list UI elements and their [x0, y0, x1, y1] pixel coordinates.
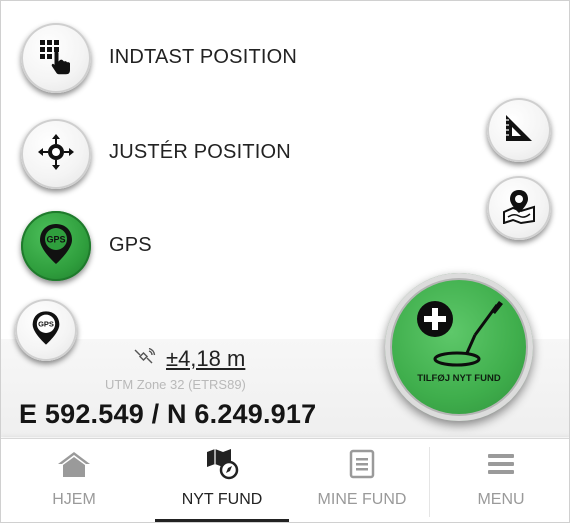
home-icon: [56, 449, 92, 479]
set-square-ruler-icon: [502, 111, 536, 150]
nav-label: MINE FUND: [317, 491, 407, 508]
gps-pin-icon: GPS: [31, 309, 61, 352]
active-tab-indicator: [155, 519, 289, 522]
map-location-button[interactable]: [487, 176, 551, 240]
utm-zone: UTM Zone 32 (ETRS89): [105, 377, 246, 392]
add-new-find-button[interactable]: TILFØJ NYT FUND: [385, 273, 533, 421]
map-compass-icon: [205, 449, 239, 480]
accuracy-value: ±4,18 m: [166, 346, 246, 371]
gps-small-button[interactable]: GPS: [15, 299, 77, 361]
enter-position-button[interactable]: [21, 23, 91, 93]
app-screen: INDTAST POSITION JUSTÉR POSITION GPS GPS…: [0, 0, 570, 523]
gps-label[interactable]: GPS: [109, 234, 152, 257]
gps-button[interactable]: GPS: [21, 211, 91, 281]
gps-accuracy: ±4,18 m: [134, 346, 245, 372]
map-pin-icon: [501, 188, 537, 229]
nav-item-menu[interactable]: MENU: [430, 439, 569, 522]
nav-item-home[interactable]: HJEM: [3, 439, 145, 522]
nav-label: HJEM: [52, 491, 96, 508]
bottom-navigation: HJEM NYT FUND MINE FUND MENU: [1, 438, 569, 522]
crosshair-move-icon: [37, 133, 75, 176]
nav-label: NYT FUND: [181, 491, 263, 508]
document-list-icon: [348, 449, 376, 479]
gps-badge-text: GPS: [38, 319, 54, 328]
adjust-position-button[interactable]: [21, 119, 91, 189]
nav-item-my-finds[interactable]: MINE FUND: [291, 439, 433, 522]
hamburger-menu-icon: [486, 449, 516, 479]
nav-item-new-find[interactable]: NYT FUND: [151, 439, 293, 522]
plus-metal-detector-icon: [405, 291, 515, 376]
enter-position-label[interactable]: INDTAST POSITION: [109, 46, 297, 69]
coordinates: E 592.549 / N 6.249.917: [19, 399, 317, 429]
adjust-position-label[interactable]: JUSTÉR POSITION: [109, 141, 291, 164]
gps-pin-icon: GPS: [38, 222, 74, 271]
satellite-icon: [134, 346, 156, 372]
add-new-find-label: TILFØJ NYT FUND: [417, 373, 501, 384]
keypad-hand-icon: [37, 37, 75, 80]
measure-button[interactable]: [487, 98, 551, 162]
gps-badge-text: GPS: [46, 234, 65, 244]
nav-label: MENU: [477, 491, 525, 508]
